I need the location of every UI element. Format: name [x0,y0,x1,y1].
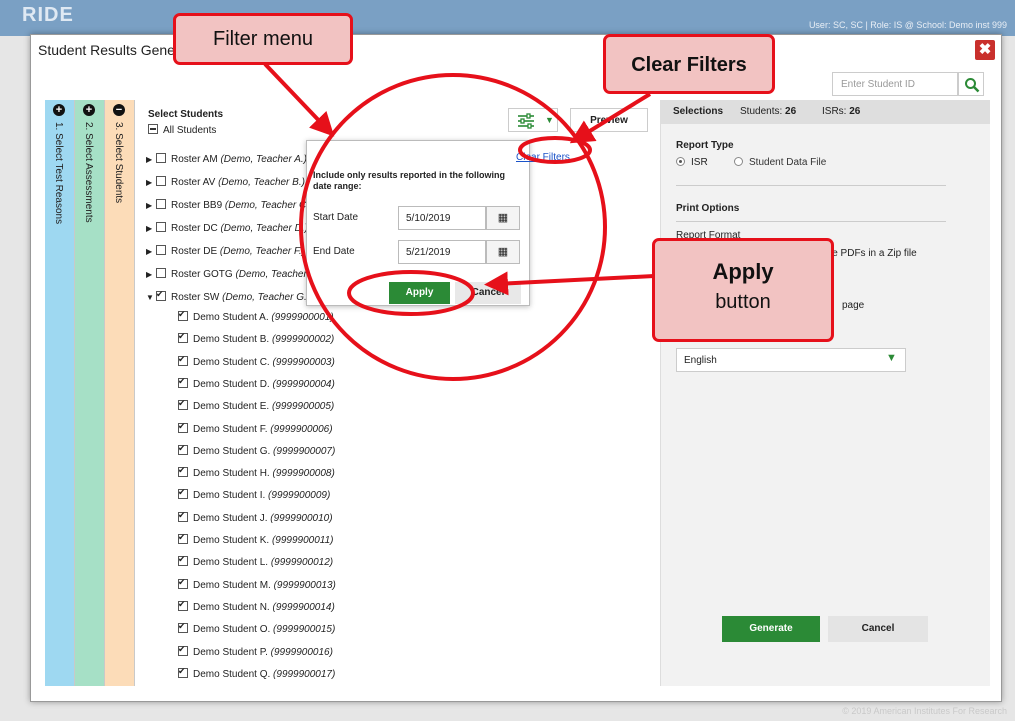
apply-callout-line2: button [715,291,771,313]
annotation-overlay [263,62,655,381]
highlight-ellipse-apply [347,270,475,316]
arrow-clear [569,92,652,144]
arrow-apply [484,271,655,296]
clear-filters-callout: Clear Filters [603,34,775,94]
filter-menu-callout: Filter menu [173,13,353,65]
highlight-ellipse-clear [518,136,592,164]
arrow-filter [263,62,335,137]
apply-button-callout: Apply button [652,238,834,342]
highlight-circle [299,73,607,381]
apply-callout-line1: Apply [712,259,774,284]
